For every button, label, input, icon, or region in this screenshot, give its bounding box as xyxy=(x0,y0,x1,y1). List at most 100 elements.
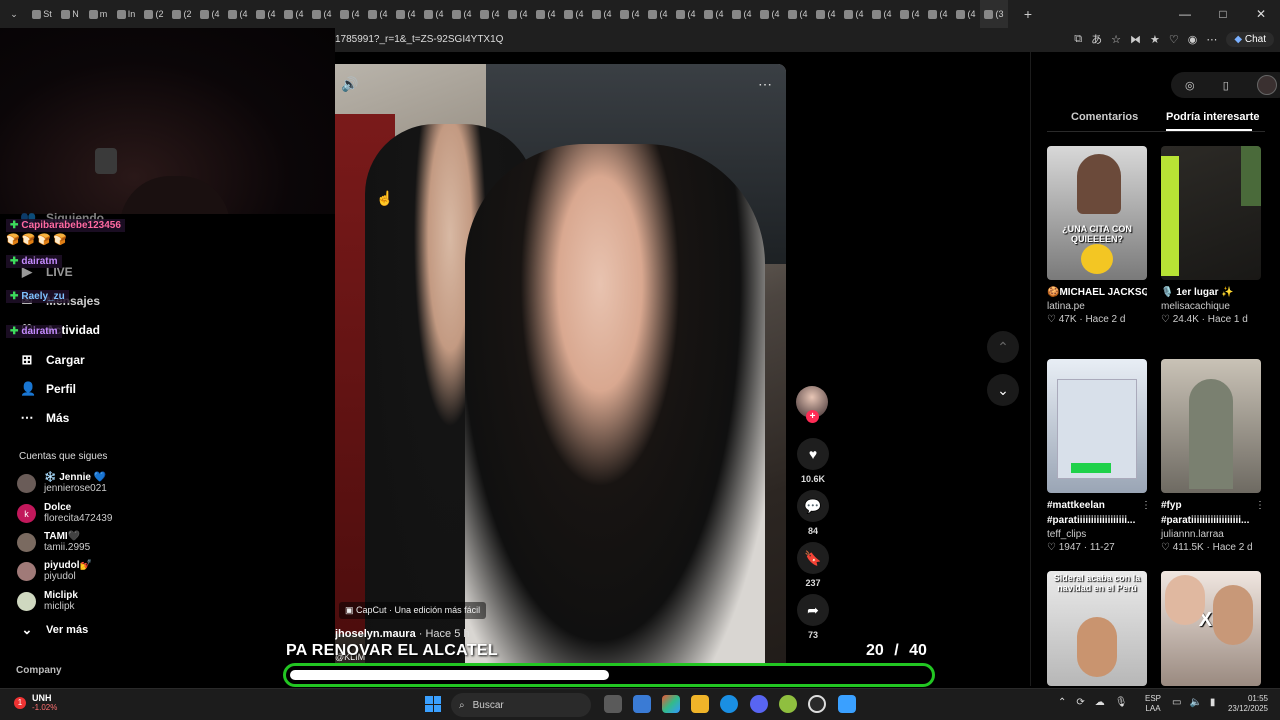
discord-icon[interactable] xyxy=(750,695,768,713)
save-button[interactable]: 🔖 237 xyxy=(795,542,831,588)
minimize-button[interactable]: — xyxy=(1166,7,1204,21)
video-more-icon[interactable]: ⋯ xyxy=(758,76,772,93)
followed-account[interactable]: Miclipk miclipk xyxy=(17,590,78,613)
share-button[interactable]: ➦ 73 xyxy=(795,594,831,640)
browser-tab[interactable]: (4 xyxy=(280,0,308,28)
browser-tab[interactable]: (4 xyxy=(392,0,420,28)
edge-browser-icon[interactable] xyxy=(720,695,738,713)
browser-tab[interactable]: (4 xyxy=(868,0,896,28)
url-field[interactable]: 1785991?_r=1&_t=ZS-92SGI4YTX1Q xyxy=(335,34,503,45)
see-more-button[interactable]: ⌄ Ver más xyxy=(20,622,89,638)
suggested-video-card[interactable]: Sideral acaba con la navidad en el Perú xyxy=(1047,571,1147,686)
favorites-icon[interactable]: ★ xyxy=(1150,33,1160,46)
favorite-star-icon[interactable]: ☆ xyxy=(1111,33,1121,46)
suggested-video-card[interactable]: #mattkeelan #paratiiiiiiiiiiiiiiiiii... … xyxy=(1047,359,1151,553)
nav-item-more[interactable]: ⋯ Más xyxy=(20,410,70,426)
footer-company-link[interactable]: Company xyxy=(16,665,62,676)
capcut-label[interactable]: ▣ CapCut · Una edición más fácil xyxy=(339,602,487,619)
browser-tab[interactable]: N xyxy=(56,0,84,28)
browser-tab[interactable]: (4 xyxy=(308,0,336,28)
browser-tab[interactable]: (4 xyxy=(560,0,588,28)
microphone-icon[interactable]: 🎙 xyxy=(1115,697,1128,708)
comment-button[interactable]: 💬 84 xyxy=(795,490,831,536)
file-explorer-icon[interactable] xyxy=(691,695,709,713)
browser-tab[interactable]: (4 xyxy=(532,0,560,28)
stock-widget[interactable]: 1 UNH -1.02% xyxy=(14,693,57,712)
sync-icon[interactable]: ⟳ xyxy=(1076,697,1084,708)
previous-video-button[interactable]: ⌃ xyxy=(987,331,1019,363)
followed-account[interactable]: TAMI🖤 tamii.2995 xyxy=(17,531,90,554)
browser-tab[interactable]: (4 xyxy=(196,0,224,28)
browser-tab[interactable]: (4 xyxy=(952,0,980,28)
browser-tab[interactable]: (4 xyxy=(784,0,812,28)
browser-tab[interactable]: (4 xyxy=(588,0,616,28)
settings-more-icon[interactable]: ⋯ xyxy=(1206,33,1217,46)
browser-tab[interactable]: (4 xyxy=(504,0,532,28)
store-icon[interactable] xyxy=(633,695,651,713)
nav-item-upload[interactable]: ⊞ Cargar xyxy=(20,352,85,368)
browser-tab[interactable]: (4 xyxy=(644,0,672,28)
taskbar-search[interactable]: ⌕ Buscar xyxy=(451,693,591,717)
video-player[interactable]: 🔊 ⋯ ▣ CapCut · Una edición más fácil jho… xyxy=(335,64,786,686)
followed-account[interactable]: ❄️ Jennie 💙 jennierose021 xyxy=(17,472,107,495)
app-icon-blue[interactable] xyxy=(838,695,856,713)
browser-tab[interactable]: (4 xyxy=(336,0,364,28)
task-view-icon[interactable] xyxy=(604,695,622,713)
browser-tab[interactable]: (4 xyxy=(476,0,504,28)
suggested-video-card[interactable]: ¿UNA CITA CON QUIEEEEN? 🍪MICHAEL JACKSON… xyxy=(1047,146,1151,325)
next-video-button[interactable]: ⌄ xyxy=(987,374,1019,406)
browser-tab[interactable]: (3 xyxy=(980,0,1008,28)
browser-tab[interactable]: (4 xyxy=(672,0,700,28)
nav-item-profile[interactable]: 👤 Perfil xyxy=(20,381,76,397)
browser-tab[interactable]: (4 xyxy=(448,0,476,28)
tray-status[interactable]: ▭ 🔈 ▮ xyxy=(1172,697,1215,708)
app-icon-green[interactable] xyxy=(779,695,797,713)
translate-icon[interactable]: あ xyxy=(1091,31,1102,47)
browser-essentials-icon[interactable]: ♡ xyxy=(1169,33,1179,46)
card-more-icon[interactable]: ⋮ xyxy=(1255,500,1265,511)
followed-account[interactable]: k Dolce florecita472439 xyxy=(17,502,112,525)
followed-account[interactable]: piyudol💅 piyudol xyxy=(17,560,92,583)
browser-tab[interactable]: (2 xyxy=(140,0,168,28)
browser-tab[interactable]: In xyxy=(112,0,140,28)
suggested-video-card[interactable]: #fyp #paratiiiiiiiiiiiiiiiiii... ⋮ julia… xyxy=(1161,359,1265,553)
tab-list-dropdown[interactable]: ⌄ xyxy=(0,0,28,28)
chevron-up-icon[interactable]: ⌃ xyxy=(1058,697,1066,708)
volume-icon[interactable]: 🔊 xyxy=(341,76,358,93)
obs-icon[interactable] xyxy=(808,695,826,713)
close-window-button[interactable]: ✕ xyxy=(1242,7,1280,21)
browser-tab[interactable]: (4 xyxy=(364,0,392,28)
browser-tab[interactable]: (4 xyxy=(812,0,840,28)
browser-tab[interactable]: (4 xyxy=(420,0,448,28)
device-icon[interactable]: ▯ xyxy=(1223,79,1229,92)
browser-tab[interactable]: (4 xyxy=(924,0,952,28)
tab-might-interest[interactable]: Podría interesarte xyxy=(1166,111,1260,123)
browser-tab[interactable]: St xyxy=(28,0,56,28)
browser-tab[interactable]: m xyxy=(84,0,112,28)
open-in-app-icon[interactable]: ⧉ xyxy=(1074,33,1082,46)
copilot-chat-button[interactable]: ◆ Chat xyxy=(1226,31,1274,47)
suggested-video-card[interactable]: 🎙️ 1er lugar ✨ melisacachique ♡ 24.4K · … xyxy=(1161,146,1261,325)
cloud-icon[interactable]: ☁ xyxy=(1095,697,1105,708)
taskbar-clock[interactable]: 01:55 23/12/2025 xyxy=(1224,694,1268,714)
browser-tab[interactable]: (4 xyxy=(700,0,728,28)
browser-tab[interactable]: (4 xyxy=(840,0,868,28)
copilot-app-icon[interactable] xyxy=(662,695,680,713)
input-language[interactable]: ESP LAA xyxy=(1145,694,1161,714)
browser-tab[interactable]: (4 xyxy=(616,0,644,28)
maximize-button[interactable]: □ xyxy=(1204,7,1242,21)
card-more-icon[interactable]: ⋮ xyxy=(1141,500,1151,511)
browser-tab[interactable]: (4 xyxy=(756,0,784,28)
extensions-icon[interactable]: ⧓ xyxy=(1130,33,1141,46)
browser-tab[interactable]: (4 xyxy=(252,0,280,28)
suggested-video-card[interactable]: X6 xyxy=(1161,571,1261,686)
user-avatar[interactable] xyxy=(1256,75,1277,95)
new-tab-button[interactable]: + xyxy=(1014,0,1042,28)
compass-icon[interactable]: ◎ xyxy=(1185,79,1195,92)
browser-tab[interactable]: (4 xyxy=(896,0,924,28)
windows-start-icon[interactable] xyxy=(425,696,441,712)
profile-avatar-icon[interactable]: ◉ xyxy=(1188,33,1198,46)
like-button[interactable]: ♥ 10.6K xyxy=(795,438,831,484)
follow-plus-icon[interactable]: + xyxy=(806,410,819,423)
tab-comments[interactable]: Comentarios xyxy=(1071,111,1138,123)
